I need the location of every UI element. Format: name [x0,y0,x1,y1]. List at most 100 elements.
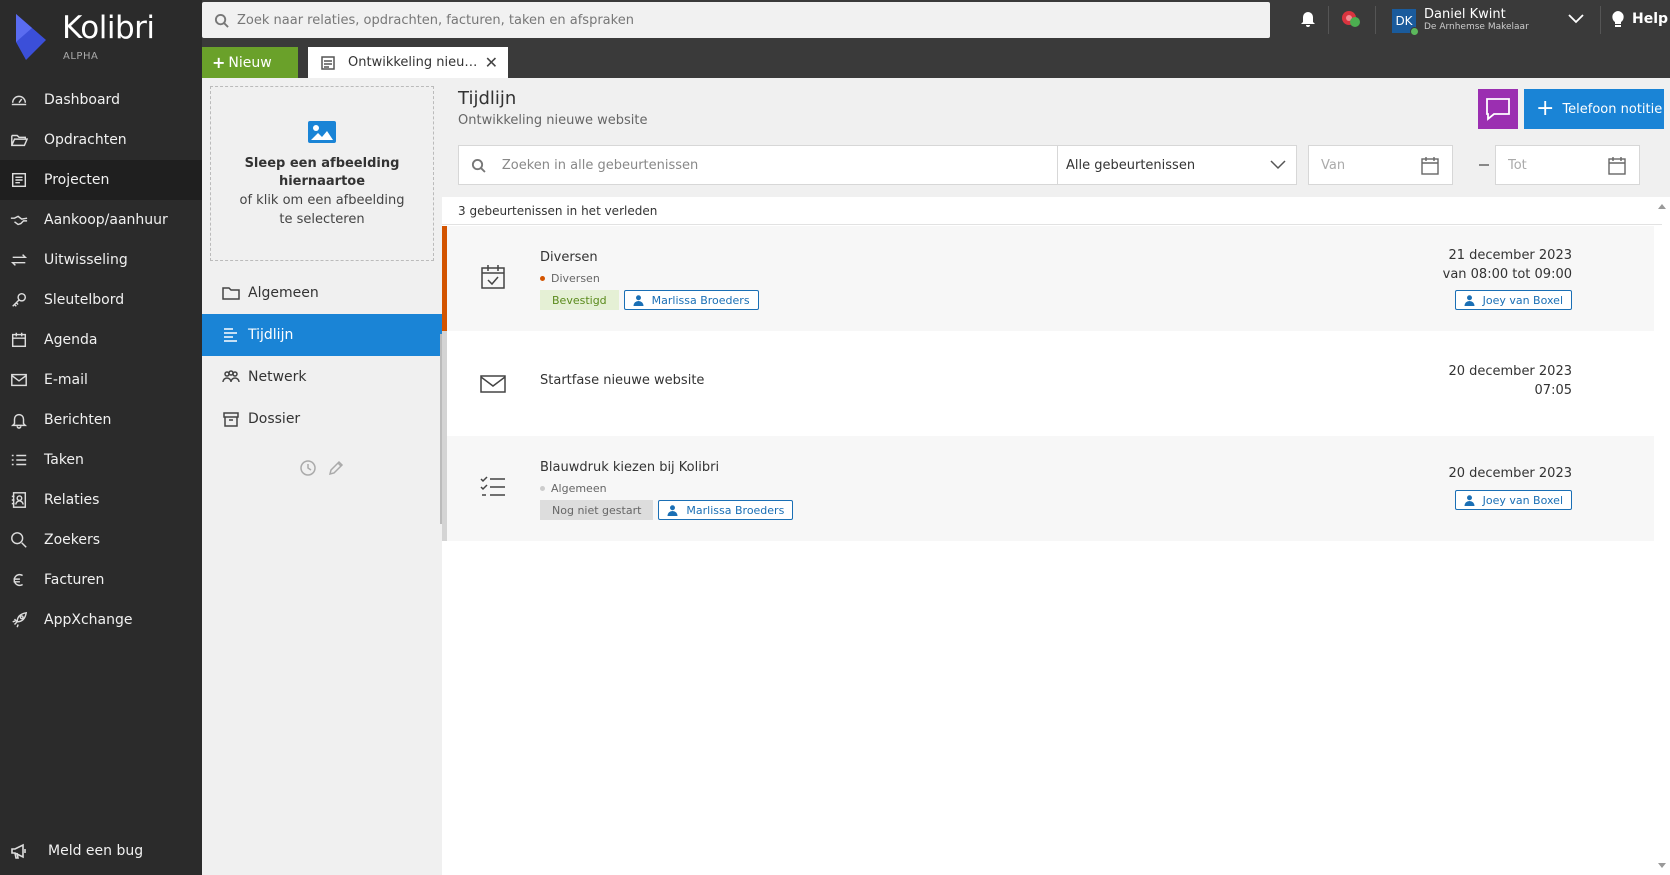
tasks-icon [480,474,505,500]
person-icon [667,504,678,516]
report-bug-link[interactable]: Meld een bug [10,841,143,861]
image-dropzone[interactable]: Sleep een afbeelding hiernaartoe of klik… [210,86,434,261]
event-accent-bar [442,331,447,436]
nav-item-uitwisseling[interactable]: Uitwisseling [0,240,202,280]
nav-label: E-mail [44,372,88,388]
project-nav-netwerk[interactable]: Netwerk [202,356,442,398]
assignee-badge[interactable]: Marlissa Broeders [623,290,759,310]
date-from-input[interactable] [1321,157,1421,173]
project-nav-tijdlijn[interactable]: Tijdlijn [202,314,448,356]
close-tab-icon[interactable]: ✕ [485,53,498,72]
contacts-icon [9,490,29,510]
pencil-icon[interactable] [328,460,344,476]
phone-note-button[interactable]: + Telefoon notitie [1524,89,1664,129]
app-name: Kolibri [62,10,155,46]
owner-badge[interactable]: Joey van Boxel [1454,290,1572,310]
event-date: 20 december 2023 [1448,466,1572,481]
nav-item-appxchange[interactable]: AppXchange [0,600,202,640]
kolibri-logo[interactable]: Kolibri ALPHA [10,8,190,64]
tab-project[interactable]: Ontwikkeling nieu… ✕ [308,47,508,78]
integrations-status-icon[interactable] [1340,9,1362,29]
page-subtitle: Ontwikkeling nieuwe website [458,113,648,128]
event-accent-bar [442,436,447,541]
assignee-badge[interactable]: Marlissa Broeders [658,500,794,520]
nav-item-relaties[interactable]: Relaties [0,480,202,520]
nav-label: Dashboard [44,92,120,108]
euro-icon [9,570,29,590]
history-icon[interactable] [300,460,316,476]
handshake-icon [9,210,29,230]
app-edition: ALPHA [63,51,99,62]
phone-note-label: Telefoon notitie [1562,101,1663,117]
page-title: Tijdlijn [458,88,517,109]
owner-badge[interactable]: Joey van Boxel [1454,490,1572,510]
user-name: Daniel Kwint [1424,7,1506,22]
person-icon [1464,294,1475,306]
date-from-field[interactable] [1308,145,1453,185]
event-search[interactable] [458,145,1058,185]
timeline-event[interactable]: Diversen Diversen Bevestigd Marlissa Bro… [442,226,1654,331]
event-title: Blauwdruk kiezen bij Kolibri [540,460,720,475]
key-icon [9,290,29,310]
date-to-input[interactable] [1508,157,1608,173]
global-search[interactable] [202,2,1270,38]
help-button[interactable]: Help [1610,10,1668,28]
nav-item-agenda[interactable]: Agenda [0,320,202,360]
date-to-field[interactable] [1495,145,1640,185]
event-type-select[interactable]: Alle gebeurtenissen [1057,145,1297,185]
nav-label: Sleutelbord [44,292,125,308]
nav-label: Uitwisseling [44,252,128,268]
nav-item-zoekers[interactable]: Zoekers [0,520,202,560]
nav-label: Opdrachten [44,132,127,148]
calendar-icon[interactable] [1607,156,1627,176]
user-menu[interactable]: DK Daniel Kwint De Arnhemse Makelaar [1392,6,1529,36]
chevron-down-icon [1270,160,1286,170]
chat-button[interactable] [1478,89,1518,129]
timeline-event[interactable]: Startfase nieuwe website 20 december 202… [442,331,1654,436]
calendar-icon[interactable] [1420,156,1440,176]
nav-item-email[interactable]: E-mail [0,360,202,400]
nav-item-opdrachten[interactable]: Opdrachten [0,120,202,160]
person-icon [1464,494,1475,506]
project-nav-label: Dossier [248,411,301,427]
project-nav-label: Algemeen [248,285,319,301]
lightbulb-icon [1612,11,1624,27]
nav-item-berichten[interactable]: Berichten [0,400,202,440]
nav-item-facturen[interactable]: Facturen [0,560,202,600]
folder-open-icon [9,130,29,150]
project-nav-label: Tijdlijn [248,327,294,343]
timeline-scrollbar[interactable] [1654,197,1670,875]
notifications-bell-icon[interactable] [1300,9,1316,27]
nav-item-dashboard[interactable]: Dashboard [0,80,202,120]
search-icon [214,13,229,28]
tasks-icon [9,450,29,470]
chevron-down-icon[interactable] [1568,13,1584,25]
projects-icon [321,55,335,70]
status-badge: Nog niet gestart [540,500,654,520]
event-category: Diversen [540,272,600,285]
timeline-event[interactable]: Blauwdruk kiezen bij Kolibri Algemeen No… [442,436,1654,541]
nav-label: Facturen [44,572,105,588]
nav-item-projecten[interactable]: Projecten [0,160,202,200]
event-tags: Nog niet gestart Marlissa Broeders [540,500,794,520]
nav-item-aankoop[interactable]: Aankoop/aanhuur [0,200,202,240]
user-company: De Arnhemse Makelaar [1424,22,1529,32]
image-icon [308,121,336,143]
project-nav-dossier[interactable]: Dossier [202,398,442,440]
event-title: Startfase nieuwe website [540,373,705,388]
nav-item-sleutelbord[interactable]: Sleutelbord [0,280,202,320]
event-date: 20 december 2023 07:05 [1448,364,1572,398]
nav-label: Berichten [44,412,112,428]
event-search-input[interactable] [501,157,1057,173]
chat-icon [1486,98,1510,121]
help-label: Help [1632,11,1669,27]
project-nav-algemeen[interactable]: Algemeen [202,272,442,314]
project-panel: Sleep een afbeelding hiernaartoe of klik… [202,78,448,875]
new-button[interactable]: + Nieuw [202,47,298,78]
nav-item-taken[interactable]: Taken [0,440,202,480]
project-actions [300,460,344,476]
event-count: 3 gebeurtenissen in het verleden [442,197,1662,225]
report-bug-label: Meld een bug [48,843,144,859]
global-search-input[interactable] [237,12,1237,28]
main-sidebar: Kolibri ALPHA Dashboard Opdrachten Proje… [0,0,202,875]
